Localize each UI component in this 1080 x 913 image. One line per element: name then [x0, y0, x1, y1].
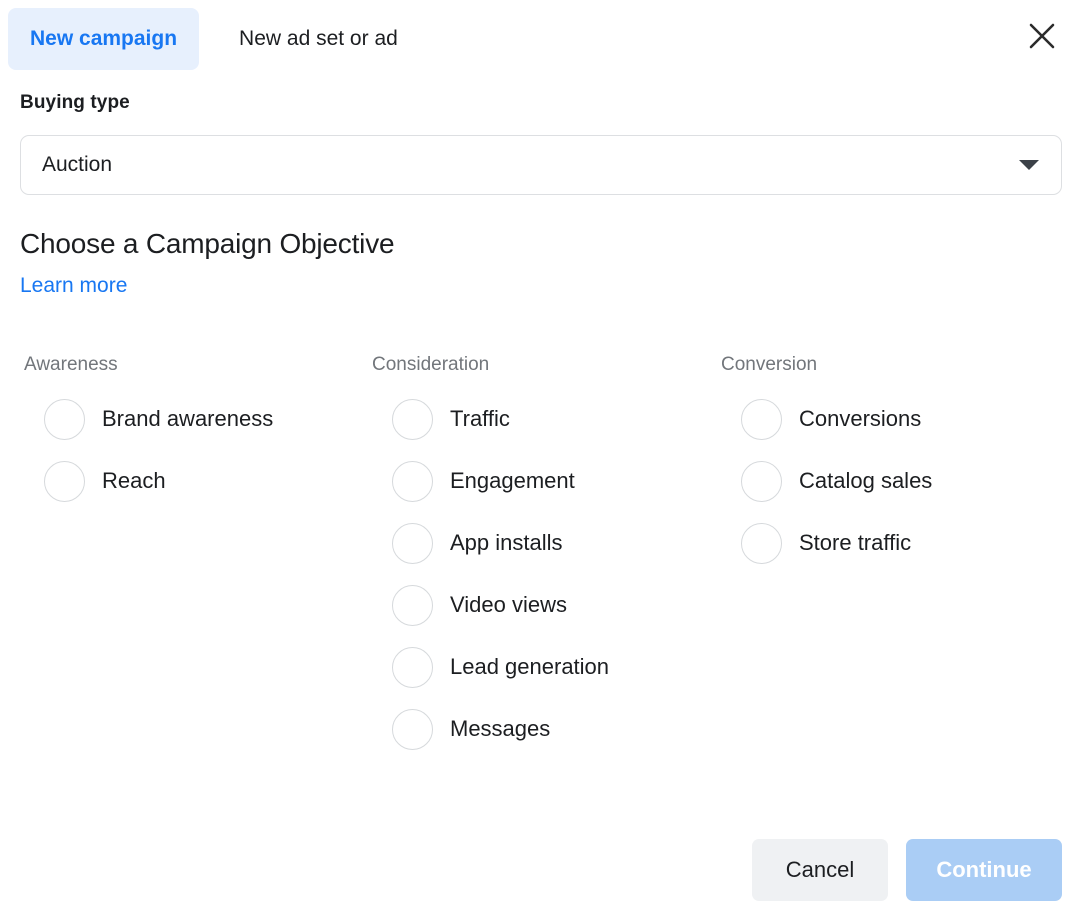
objective-option-label: Store traffic	[799, 530, 911, 556]
radio-icon[interactable]	[44, 399, 85, 440]
tab-new-campaign[interactable]: New campaign	[8, 8, 199, 70]
objective-option-label: Traffic	[450, 406, 510, 432]
objective-option-label: Engagement	[450, 468, 575, 494]
objective-option-store-traffic[interactable]: Store traffic	[721, 512, 932, 574]
tab-bar: New campaign New ad set or ad	[8, 8, 1072, 70]
buying-type-select[interactable]: Auction	[20, 135, 1062, 195]
objective-option-reach[interactable]: Reach	[24, 450, 273, 512]
column-heading-awareness: Awareness	[24, 352, 273, 378]
column-heading-conversion: Conversion	[721, 352, 932, 378]
objective-option-app-installs[interactable]: App installs	[372, 512, 609, 574]
radio-icon[interactable]	[741, 523, 782, 564]
radio-icon[interactable]	[392, 399, 433, 440]
objective-option-list-conversion: Conversions Catalog sales Store traffic	[721, 388, 932, 574]
objective-option-list-awareness: Brand awareness Reach	[24, 388, 273, 512]
radio-icon[interactable]	[392, 647, 433, 688]
objective-option-engagement[interactable]: Engagement	[372, 450, 609, 512]
radio-icon[interactable]	[392, 709, 433, 750]
chevron-down-icon	[1019, 160, 1039, 170]
radio-icon[interactable]	[44, 461, 85, 502]
dialog-footer: Cancel Continue	[0, 839, 1080, 901]
tab-new-ad-set-or-ad[interactable]: New ad set or ad	[217, 8, 420, 70]
column-heading-consideration: Consideration	[372, 352, 609, 378]
buying-type-label: Buying type	[20, 92, 130, 114]
objective-option-label: Catalog sales	[799, 468, 932, 494]
radio-icon[interactable]	[392, 585, 433, 626]
radio-icon[interactable]	[741, 461, 782, 502]
objective-option-conversions[interactable]: Conversions	[721, 388, 932, 450]
objective-option-catalog-sales[interactable]: Catalog sales	[721, 450, 932, 512]
learn-more-link[interactable]: Learn more	[20, 274, 127, 298]
objective-option-label: Messages	[450, 716, 550, 742]
objective-option-label: Lead generation	[450, 654, 609, 680]
objective-option-label: Conversions	[799, 406, 921, 432]
objective-option-messages[interactable]: Messages	[372, 698, 609, 760]
objective-option-list-consideration: Traffic Engagement App installs Video vi…	[372, 388, 609, 760]
objective-column-awareness: Awareness Brand awareness Reach	[24, 352, 273, 512]
objective-option-label: Brand awareness	[102, 406, 273, 432]
objective-option-traffic[interactable]: Traffic	[372, 388, 609, 450]
continue-button[interactable]: Continue	[906, 839, 1062, 901]
page-title: Choose a Campaign Objective	[20, 228, 394, 260]
objective-column-conversion: Conversion Conversions Catalog sales Sto…	[721, 352, 932, 574]
objective-option-label: Video views	[450, 592, 567, 618]
radio-icon[interactable]	[741, 399, 782, 440]
buying-type-selected-value: Auction	[21, 153, 112, 177]
radio-icon[interactable]	[392, 461, 433, 502]
cancel-button[interactable]: Cancel	[752, 839, 888, 901]
objective-option-label: Reach	[102, 468, 166, 494]
objective-option-label: App installs	[450, 530, 563, 556]
objective-option-brand-awareness[interactable]: Brand awareness	[24, 388, 273, 450]
radio-icon[interactable]	[392, 523, 433, 564]
objective-column-consideration: Consideration Traffic Engagement App ins…	[372, 352, 609, 760]
objective-option-video-views[interactable]: Video views	[372, 574, 609, 636]
close-button[interactable]	[1018, 12, 1066, 60]
objective-option-lead-generation[interactable]: Lead generation	[372, 636, 609, 698]
close-icon	[1027, 21, 1057, 51]
